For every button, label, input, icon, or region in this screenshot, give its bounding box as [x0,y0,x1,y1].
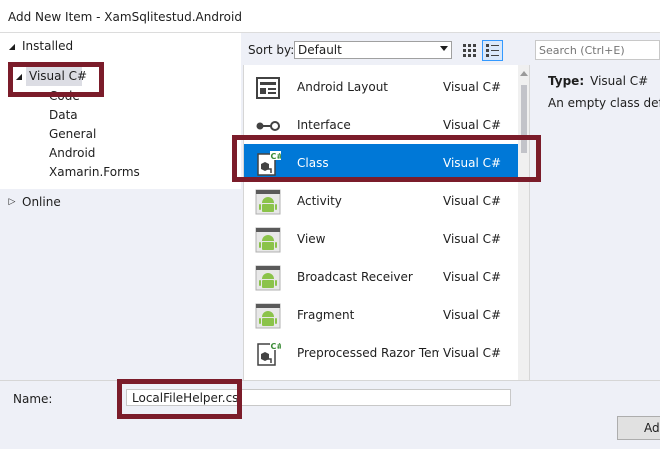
tree-node-code[interactable]: Code [49,87,80,106]
sort-label: Sort by: [248,43,295,57]
type-label: Type: [548,74,585,88]
type-line: Type: Visual C# [548,74,648,88]
sort-dropdown[interactable]: Default [294,41,452,59]
chevron-down-icon [440,46,448,51]
template-item-activity[interactable]: Activity Visual C# [244,182,518,220]
layout-icon [256,77,280,99]
template-item-view[interactable]: View Visual C# [244,220,518,258]
android-icon [255,227,281,253]
description-panel: Type: Visual C# An empty class defin [529,65,660,380]
collapse-arrow-icon[interactable]: ◢ [14,67,24,86]
android-icon [255,303,281,329]
search-input[interactable] [536,41,654,59]
add-button[interactable]: Add [617,416,660,440]
tree-node-label: Xamarin.Forms [49,165,140,179]
tree-node-android[interactable]: Android [49,144,95,163]
template-list: Android Layout Visual C# Interface Visua… [243,65,529,380]
android-icon [255,189,281,215]
tree-node-data[interactable]: Data [49,106,78,125]
tree-node-label: Data [49,108,78,122]
template-name: Class [297,156,329,170]
template-name: Android Layout [297,80,389,94]
name-field[interactable] [126,389,511,406]
list-scrollbar[interactable] [518,65,529,380]
csharp-file-icon: C# [257,341,282,366]
tree-node-visual-csharp[interactable]: ◢ Visual C# [0,67,241,86]
tree-node-label: General [49,127,97,141]
template-item-preprocessed-razor[interactable]: C# Preprocessed Razor Temp... Visual C# [244,334,518,372]
tree-node-label: Installed [22,39,74,53]
template-language: Visual C# [443,194,502,208]
type-value: Visual C# [590,74,649,88]
template-name: View [297,232,326,246]
grid-view-button[interactable] [459,40,480,61]
scroll-up-icon[interactable] [520,71,528,76]
description-text: An empty class defin [548,96,660,110]
svg-text:C#: C# [271,342,282,351]
tree-node-xamarin-forms[interactable]: Xamarin.Forms [49,163,140,182]
tree-node-label: Code [49,89,80,103]
template-name: Activity [297,194,342,208]
category-tree: ◢ Installed ◢ Visual C# Code Data Genera… [0,33,241,380]
tree-node-label: Visual C# [29,69,88,83]
template-name: Broadcast Receiver [297,270,413,284]
template-name: Interface [297,118,351,132]
tree-node-label: Online [22,195,61,209]
template-item-broadcast-receiver[interactable]: Broadcast Receiver Visual C# [244,258,518,296]
tree-node-label: Android [49,146,96,160]
template-item-android-layout[interactable]: Android Layout Visual C# [244,68,518,106]
tree-node-general[interactable]: General [49,125,96,144]
template-language: Visual C# [443,118,502,132]
footer: Name: Add [0,380,660,449]
template-item-fragment[interactable]: Fragment Visual C# [244,296,518,334]
search-box[interactable] [535,40,660,60]
sort-value: Default [298,43,342,57]
template-name: Preprocessed Razor Temp... [297,346,439,360]
collapse-arrow-icon[interactable]: ◢ [7,37,17,56]
name-label: Name: [13,392,53,406]
template-item-interface[interactable]: Interface Visual C# [244,106,518,144]
template-language: Visual C# [443,80,502,94]
template-language: Visual C# [443,232,502,246]
svg-text:C#: C# [271,152,282,161]
name-input[interactable] [127,390,507,405]
template-item-class[interactable]: C# Class Visual C# [244,144,518,182]
tree-node-online[interactable]: ▷ Online [0,193,241,212]
grid-view-icon [463,44,476,57]
window-title: Add New Item - XamSqlitestud.Android [8,10,242,24]
template-language: Visual C# [443,270,502,284]
list-view-icon [486,44,499,57]
interface-icon [256,121,280,131]
android-icon [255,265,281,291]
template-name: Fragment [297,308,355,322]
toolbar: Sort by: Default [241,33,660,65]
expand-arrow-icon[interactable]: ▷ [7,193,17,212]
tree-node-installed[interactable]: ◢ Installed [0,37,241,56]
csharp-class-icon: C# [257,151,282,176]
scrollbar-thumb[interactable] [521,85,527,153]
template-language: Visual C# [443,346,502,360]
template-language: Visual C# [443,308,502,322]
list-view-button[interactable] [482,40,503,61]
template-language: Visual C# [443,156,502,170]
title-bar: Add New Item - XamSqlitestud.Android [0,0,660,33]
